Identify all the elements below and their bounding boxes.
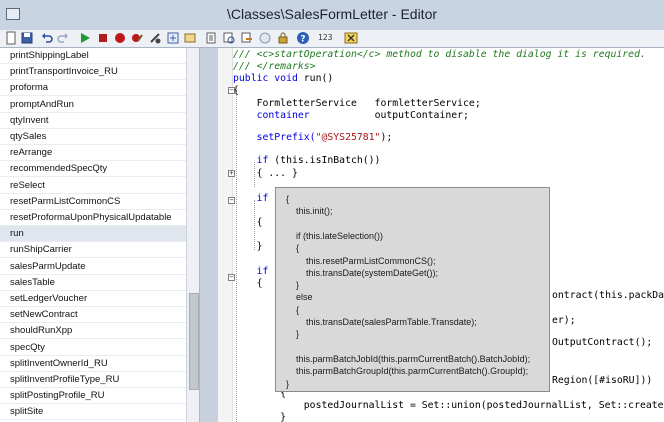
tooltip-code-line: this.transDate(systemDateGet()); [286, 267, 439, 278]
lookup-methods-icon[interactable] [183, 31, 197, 45]
run-icon[interactable] [78, 31, 92, 45]
svg-text:?: ? [300, 35, 305, 45]
method-list-item[interactable]: splitPostingProfile_RU [0, 388, 186, 405]
method-list-item[interactable]: salesTable [0, 275, 186, 291]
undo-icon[interactable] [40, 31, 54, 45]
method-list-item[interactable]: qtySales [0, 129, 186, 145]
code-line: public void run() [233, 73, 334, 84]
method-list-item[interactable]: setNewContract [0, 307, 186, 324]
scrollbar-thumb[interactable] [189, 293, 199, 390]
code-line: Region([#isoRU])) [552, 375, 653, 386]
toolbar: ? 123 [0, 30, 664, 48]
method-list-item[interactable]: resetProformaUponPhysicalUpdatable [0, 210, 186, 226]
method-list-item[interactable]: salesParmUpdate [0, 259, 186, 275]
method-list-item[interactable]: promptAndRun [0, 97, 186, 113]
tooltip-code-line: { [286, 194, 290, 204]
code-line: { ... } [233, 168, 298, 179]
method-list-item[interactable]: printShippingLabel [0, 48, 186, 64]
method-list-item[interactable]: runShipCarrier [0, 242, 186, 259]
method-list-item[interactable]: printTransportInvoice_RU [0, 64, 186, 81]
method-list-item[interactable]: splitInventProfileType_RU [0, 372, 186, 388]
code-preview-tooltip: { this.init(); if (this.lateSelection())… [275, 187, 550, 392]
tooltip-code-line: this.transDate(salesParmTable.Transdate)… [286, 317, 477, 327]
remove-breakpoints-icon[interactable] [130, 31, 144, 45]
method-list-item[interactable]: proforma [0, 80, 186, 97]
stop-icon[interactable] [96, 31, 110, 45]
help-icon[interactable]: ? [296, 31, 310, 45]
method-list-item[interactable]: reArrange [0, 145, 186, 162]
tooltip-code-line: } [286, 378, 290, 389]
window-title: \Classes\SalesFormLetter - Editor [226, 6, 438, 22]
method-list-item[interactable]: run [0, 226, 186, 243]
new-file-icon[interactable] [4, 31, 18, 45]
method-list-scrollbar[interactable] [186, 48, 199, 422]
tooltip-code-line: { [286, 304, 300, 315]
code-line: { [233, 278, 263, 289]
scan-icon[interactable] [258, 31, 272, 45]
x-icon[interactable] [344, 31, 358, 45]
tooltip-code-line: if (this.lateSelection()) [286, 230, 384, 241]
method-list-item[interactable]: resetParmListCommonCS [0, 194, 186, 210]
method-list-item[interactable]: splitInventOwnerId_RU [0, 356, 186, 372]
tooltip-code-line: } [286, 280, 300, 291]
title-bar: \Classes\SalesFormLetter - Editor [0, 0, 664, 30]
find-icon[interactable] [222, 31, 236, 45]
code-line: if [233, 193, 269, 204]
method-list-item[interactable]: shouldRunXpp [0, 323, 186, 340]
tooltip-code-line: this.resetParmListCommonCS(); [286, 255, 436, 266]
script-icon[interactable] [204, 31, 218, 45]
lock-icon[interactable] [276, 31, 290, 45]
tooltip-code-line: { [286, 243, 300, 254]
replace-icon[interactable] [240, 31, 254, 45]
code-line: { [233, 85, 239, 96]
code-line: if (this.isInBatch()) [233, 155, 381, 166]
tooltip-code-line: else [286, 292, 313, 303]
method-list: printShippingLabel printTransportInvoice_… [0, 48, 199, 422]
method-list-item[interactable]: reSelect [0, 178, 186, 194]
code-line: er); [552, 315, 576, 326]
code-comment: /// </remarks> [233, 61, 316, 72]
code-line: } [233, 412, 287, 422]
lookup-properties-icon[interactable] [166, 31, 180, 45]
code-line: if [233, 266, 269, 277]
redo-icon[interactable] [56, 31, 70, 45]
code-line: ontract(this.packDa [552, 290, 664, 301]
tooltip-code-line: this.parmBatchGroupId(this.parmCurrentBa… [286, 366, 529, 377]
method-list-item[interactable]: qtyInvent [0, 113, 186, 129]
tooltip-code-line: } [286, 329, 300, 340]
code-line: { [233, 217, 263, 228]
code-line: } [233, 241, 263, 252]
breakpoint-icon[interactable] [113, 31, 127, 45]
code-line: postedJournalList = Set::union(postedJou… [233, 400, 664, 411]
code-line: container outputContainer; [233, 110, 469, 121]
code-line: setPrefix("@SYS25781"); [233, 132, 393, 143]
compile-icon[interactable] [148, 31, 162, 45]
code-line: FormletterService formletterService; [233, 98, 481, 109]
method-list-item[interactable]: setLedgerVoucher [0, 291, 186, 307]
method-list-item[interactable]: recommendedSpecQty [0, 161, 186, 178]
save-icon[interactable] [20, 31, 34, 45]
method-list-item[interactable]: specQty [0, 340, 186, 356]
editor-gutter [218, 48, 233, 422]
tooltip-code-line: this.parmBatchJobId(this.parmCurrentBatc… [286, 353, 531, 364]
code-line: OutputContract(); [552, 337, 653, 348]
line-numbers-icon[interactable]: 123 [318, 31, 340, 45]
code-comment: /// <c>startOperation</c> method to disa… [233, 49, 646, 60]
pane-splitter[interactable] [199, 48, 218, 422]
tooltip-code-line: this.init(); [286, 206, 333, 217]
method-list-item[interactable]: splitSite [0, 404, 186, 421]
